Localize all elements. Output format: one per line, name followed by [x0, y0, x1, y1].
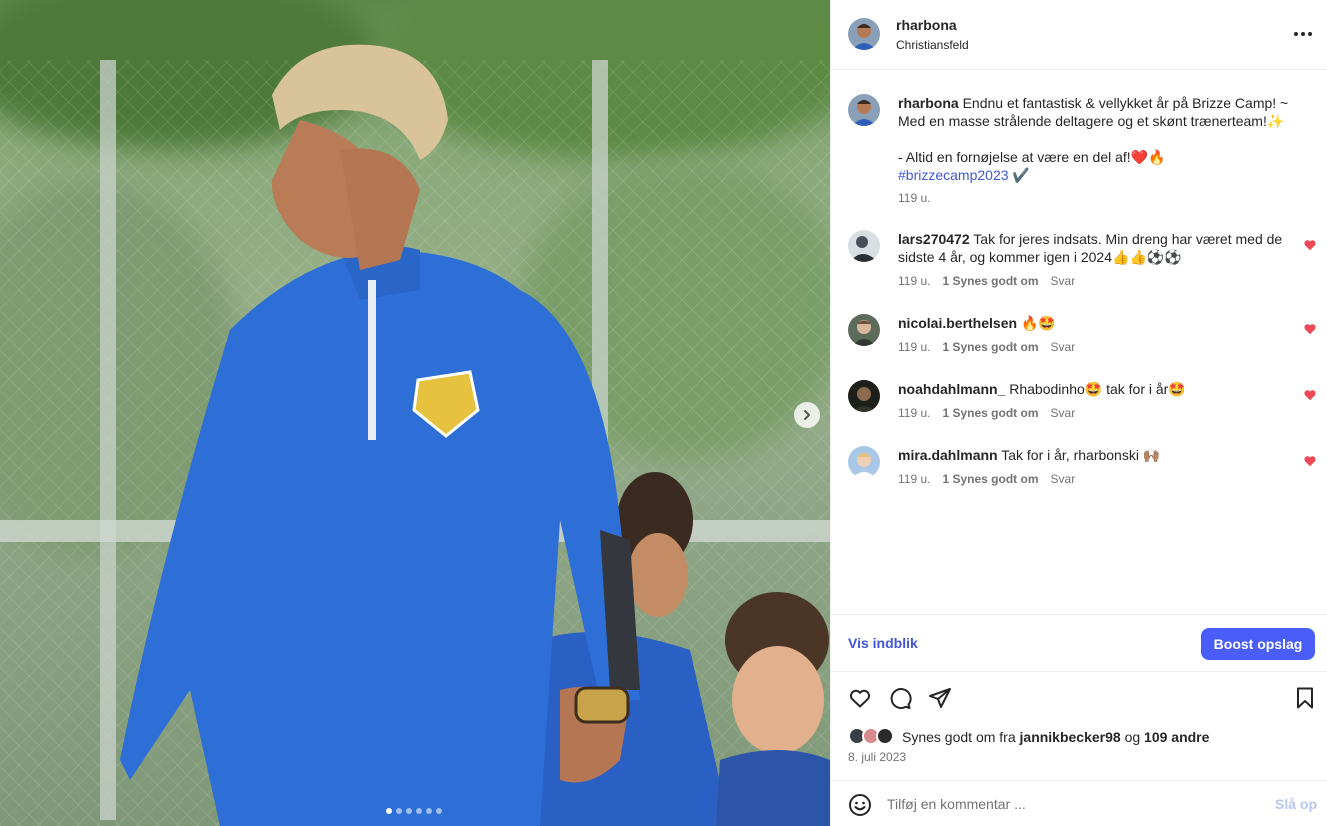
comment-likes[interactable]: 1 Synes godt om [942, 340, 1038, 354]
reply-button[interactable]: Svar [1051, 340, 1076, 354]
heart-icon[interactable] [1303, 454, 1317, 468]
likes-others-link[interactable]: 109 andre [1144, 729, 1209, 745]
comment-text: noahdahlmann_ Rhabodinho🤩 tak for i år🤩 [898, 380, 1303, 398]
comment-meta: 119 u. 1 Synes godt om Svar [898, 274, 1075, 288]
jacket-zip [368, 280, 376, 440]
comment-time: 119 u. [898, 340, 931, 354]
comment-time: 119 u. [898, 274, 931, 288]
caption-meta: 119 u. [898, 191, 930, 205]
emoji-icon[interactable] [848, 793, 872, 817]
caption-text: rharbona Endnu et fantastisk & vellykket… [898, 94, 1303, 184]
carousel-next-button[interactable] [794, 402, 820, 428]
author-username[interactable]: rharbona [896, 17, 957, 33]
bookmark-icon[interactable] [1293, 686, 1317, 710]
comment-text: mira.dahlmann Tak for i år, rharbonski 🙌… [898, 446, 1303, 464]
comment-time: 119 u. [898, 406, 931, 420]
post-header: rharbona Christiansfeld [831, 0, 1327, 70]
share-icon[interactable] [928, 686, 952, 710]
child-jersey [716, 750, 830, 826]
commenter-avatar[interactable] [848, 380, 880, 412]
comment-username[interactable]: lars270472 [898, 231, 970, 247]
reply-button[interactable]: Svar [1051, 472, 1076, 486]
comment-text: lars270472 Tak for jeres indsats. Min dr… [898, 230, 1303, 266]
carousel-dot[interactable] [386, 808, 392, 814]
comment-body: 🔥🤩 [1020, 315, 1056, 331]
action-bar [831, 672, 1327, 724]
caption-username[interactable]: rharbona [898, 95, 959, 111]
comment-likes[interactable]: 1 Synes godt om [942, 472, 1038, 486]
comment-input[interactable] [887, 793, 1257, 815]
liker-avatars[interactable] [848, 727, 902, 747]
comment-likes[interactable]: 1 Synes godt om [942, 406, 1038, 420]
add-comment-bar: Slå op [831, 780, 1327, 826]
comment-body: Tak for i år, rharbonski 🙌🏽 [1001, 447, 1161, 463]
likes-text: Synes godt om fra jannikbecker98 og 109 … [902, 729, 1209, 745]
carousel-dot[interactable] [396, 808, 402, 814]
commenter-avatar[interactable] [848, 446, 880, 478]
heart-icon[interactable] [1303, 238, 1317, 252]
heart-icon[interactable] [1303, 388, 1317, 402]
heart-icon[interactable] [848, 686, 872, 710]
insights-bar: Vis indblik Boost opslag [831, 614, 1327, 672]
comment-meta: 119 u. 1 Synes godt om Svar [898, 340, 1075, 354]
likes-prefix: Synes godt om fra [902, 729, 1020, 745]
carousel-dot[interactable] [406, 808, 412, 814]
comment-icon[interactable] [888, 686, 912, 710]
caption-line2: - Altid en fornøjelse at være en del af!… [898, 149, 1166, 165]
comment-likes[interactable]: 1 Synes godt om [942, 274, 1038, 288]
comment-username[interactable]: mira.dahlmann [898, 447, 998, 463]
carousel-dot[interactable] [436, 808, 442, 814]
commenter-avatar[interactable] [848, 314, 880, 346]
carousel-dots [386, 808, 442, 814]
more-icon[interactable] [1291, 24, 1315, 44]
comment-username[interactable]: nicolai.berthelsen [898, 315, 1017, 331]
photo-people [120, 44, 830, 826]
comment-body: Rhabodinho🤩 tak for i år🤩 [1009, 381, 1186, 397]
author-avatar[interactable] [848, 94, 880, 126]
child-face [628, 533, 688, 617]
comment-text: nicolai.berthelsen 🔥🤩 [898, 314, 1303, 332]
comment-username[interactable]: noahdahlmann_ [898, 381, 1005, 397]
likes-middle: og [1120, 729, 1145, 745]
comments-list: rharbona Endnu et fantastisk & vellykket… [831, 70, 1327, 614]
liker-username[interactable]: jannikbecker98 [1020, 729, 1121, 745]
wrist-watch [574, 686, 630, 724]
carousel-dot[interactable] [416, 808, 422, 814]
hashtag-suffix: ✔️ [1008, 167, 1030, 183]
post-side-panel: rharbona Christiansfeld rharbona Endnu e… [830, 0, 1327, 826]
likes-summary: Synes godt om fra jannikbecker98 og 109 … [848, 726, 1209, 748]
carousel-dot[interactable] [426, 808, 432, 814]
reply-button[interactable]: Svar [1051, 406, 1076, 420]
post-date[interactable]: 8. juli 2023 [848, 750, 906, 764]
comment-meta: 119 u. 1 Synes godt om Svar [898, 472, 1075, 486]
post-comment-button[interactable]: Slå op [1275, 796, 1317, 812]
post-photo [0, 0, 830, 826]
reply-button[interactable]: Svar [1051, 274, 1076, 288]
heart-icon[interactable] [1303, 322, 1317, 336]
caption-time: 119 u. [898, 191, 931, 205]
comment-meta: 119 u. 1 Synes godt om Svar [898, 406, 1075, 420]
commenter-avatar[interactable] [848, 230, 880, 262]
hashtag-link[interactable]: #brizzecamp2023 [898, 167, 1009, 183]
boost-post-button[interactable]: Boost opslag [1201, 628, 1315, 660]
chevron-right-icon [804, 410, 810, 420]
view-insights-link[interactable]: Vis indblik [848, 635, 918, 651]
post-location[interactable]: Christiansfeld [896, 38, 969, 52]
child-face [732, 646, 824, 754]
comment-time: 119 u. [898, 472, 931, 486]
author-avatar[interactable] [848, 18, 880, 50]
